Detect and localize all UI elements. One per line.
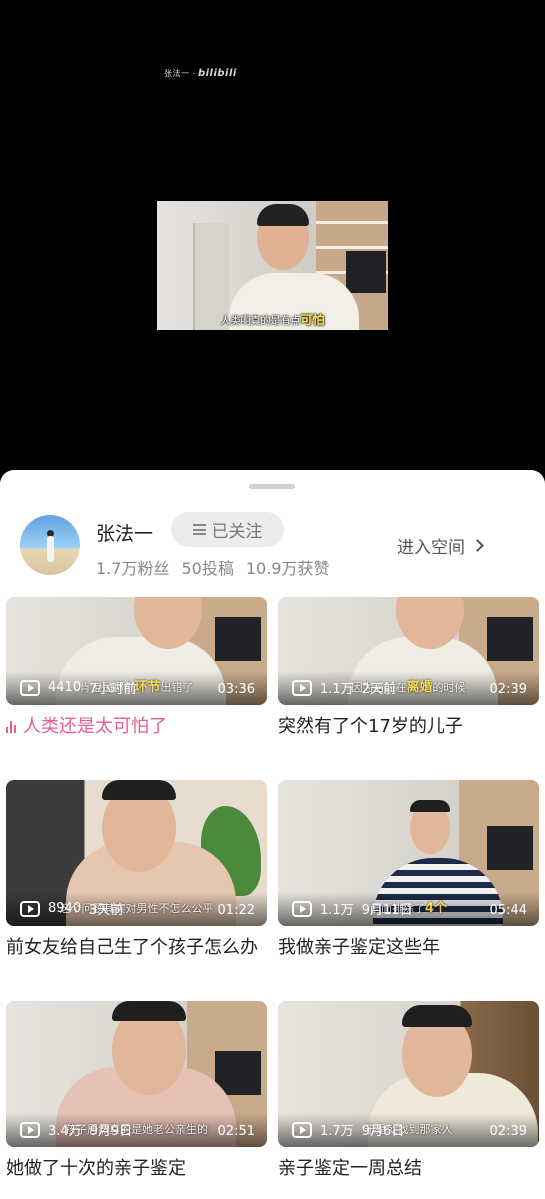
upload-time: 2天前 [361, 682, 396, 697]
video-player[interactable]: 张法一 - bilibili 人类啊真的是有点可怕 [0, 0, 545, 470]
fans-count: 1.7万粉丝 [96, 559, 170, 578]
follow-button[interactable]: 已关注 [171, 512, 284, 547]
video-title[interactable]: 我做亲子鉴定这些年 [278, 936, 539, 960]
video-thumbnail[interactable]: 因为当时在离婚的时候 1.1万 2天前 02:39 [278, 597, 539, 705]
play-count-icon [20, 1121, 40, 1138]
video-title[interactable]: 她做了十次的亲子鉴定 [6, 1157, 267, 1181]
video-duration: 05:44 [489, 903, 527, 918]
follow-label: 已关注 [211, 522, 263, 542]
view-count: 3.4万 [48, 1124, 82, 1139]
video-duration: 02:51 [217, 1124, 255, 1139]
video-card[interactable]: 因为当时在离婚的时候 1.1万 2天前 02:39 突然有了个17岁的儿子 [278, 597, 539, 739]
view-count: 4410 [48, 680, 82, 695]
video-title[interactable]: 前女友给自己生了个孩子怎么办 [6, 936, 267, 960]
video-subtitle: 人类啊真的是有点可怕 [220, 313, 325, 327]
video-thumbnail[interactable]: 于是就找到那家人 1.7万 9月6日 02:39 [278, 1001, 539, 1147]
upload-time: 9月6日 [361, 1124, 405, 1139]
video-card[interactable]: 于是就找到那家人 1.7万 9月6日 02:39 亲子鉴定一周总结 [278, 1001, 539, 1181]
video-card[interactable]: 肯定是哪个环节出错了 4410 7小时前 03:36 人类还是太可怕了 [6, 597, 267, 739]
upload-time: 7小时前 [89, 682, 137, 697]
video-frame: 人类啊真的是有点可怕 [157, 201, 388, 330]
bilibili-watermark: 张法一 - bilibili [164, 68, 237, 79]
play-count-icon [292, 900, 312, 917]
uploader-name[interactable]: 张法一 [96, 519, 153, 546]
video-thumbnail[interactable]: 孩子居然真的是她老公亲生的 3.4万 9月9日 02:51 [6, 1001, 267, 1147]
view-count: 1.7万 [320, 1124, 354, 1139]
uploader-panel: 张法一 已关注 1.7万粉丝 50投稿 10.9万获赞 进入空间 肯定是哪个环节出错… [0, 470, 545, 1199]
video-thumbnail[interactable]: 肯定是哪个环节出错了 4410 7小时前 03:36 [6, 597, 267, 705]
menu-icon [192, 524, 206, 535]
video-card[interactable]: 前面排除了4个 1.1万 9月11日 05:44 我做亲子鉴定这些年 [278, 780, 539, 960]
video-duration: 03:36 [217, 682, 255, 697]
sheet-drag-handle[interactable] [249, 484, 295, 489]
view-count: 1.1万 [320, 682, 354, 697]
view-count: 8940 [48, 901, 82, 916]
video-duration: 02:39 [489, 1124, 527, 1139]
enter-space-link[interactable]: 进入空间 [397, 533, 484, 558]
upload-time: 9月9日 [89, 1124, 133, 1139]
video-title[interactable]: 人类还是太可怕了 [6, 715, 267, 739]
video-thumbnail[interactable]: 这个问题其实对男性不怎么公平 8940 3天前 01:22 [6, 780, 267, 926]
now-playing-icon [6, 721, 17, 733]
uploader-stats: 1.7万粉丝 50投稿 10.9万获赞 [96, 555, 341, 579]
chevron-right-icon [471, 539, 484, 552]
video-title[interactable]: 突然有了个17岁的儿子 [278, 715, 539, 739]
play-count-icon [20, 900, 40, 917]
likes-count: 10.9万获赞 [245, 559, 330, 578]
enter-space-label: 进入空间 [397, 538, 465, 558]
posts-count: 50投稿 [181, 559, 234, 578]
upload-time: 3天前 [89, 903, 124, 918]
video-duration: 01:22 [217, 903, 255, 918]
video-card[interactable]: 这个问题其实对男性不怎么公平 8940 3天前 01:22 前女友给自己生了个孩子… [6, 780, 267, 960]
video-duration: 02:39 [489, 682, 527, 697]
play-count-icon [292, 1121, 312, 1138]
video-title[interactable]: 亲子鉴定一周总结 [278, 1157, 539, 1181]
avatar[interactable] [20, 515, 80, 575]
view-count: 1.1万 [320, 903, 354, 918]
upload-time: 9月11日 [361, 903, 413, 918]
video-card[interactable]: 孩子居然真的是她老公亲生的 3.4万 9月9日 02:51 她做了十次的亲子鉴定 [6, 1001, 267, 1181]
video-thumbnail[interactable]: 前面排除了4个 1.1万 9月11日 05:44 [278, 780, 539, 926]
play-count-icon [292, 679, 312, 696]
play-count-icon [20, 679, 40, 696]
